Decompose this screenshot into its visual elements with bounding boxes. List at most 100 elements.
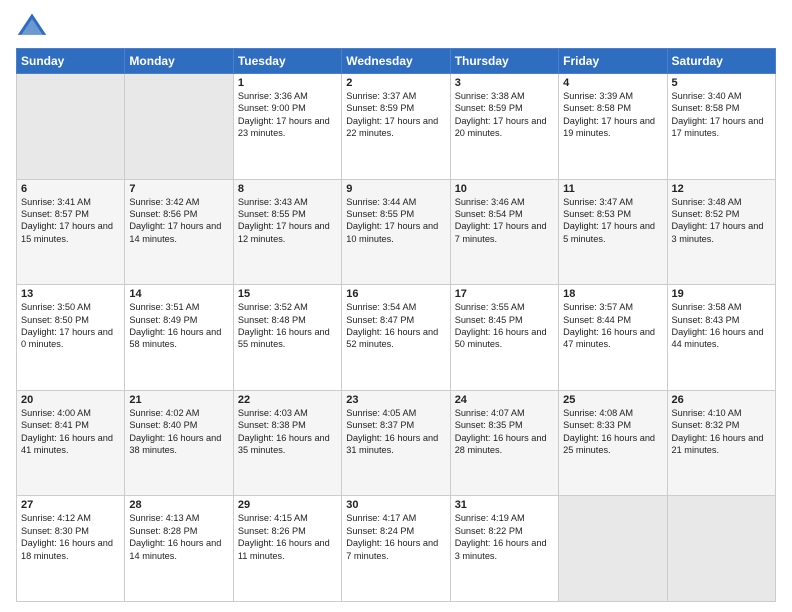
daylight: Daylight: 17 hours and 3 minutes. [672, 221, 764, 243]
calendar-cell: 14Sunrise: 3:51 AMSunset: 8:49 PMDayligh… [125, 285, 233, 391]
cell-content: Sunrise: 3:54 AMSunset: 8:47 PMDaylight:… [346, 301, 445, 351]
weekday-header: Monday [125, 49, 233, 74]
cell-content: Sunrise: 4:13 AMSunset: 8:28 PMDaylight:… [129, 512, 228, 562]
sunset: Sunset: 8:41 PM [21, 420, 89, 430]
calendar-cell: 16Sunrise: 3:54 AMSunset: 8:47 PMDayligh… [342, 285, 450, 391]
cell-content: Sunrise: 4:07 AMSunset: 8:35 PMDaylight:… [455, 407, 554, 457]
logo-icon [16, 10, 48, 42]
sunrise: Sunrise: 4:08 AM [563, 408, 633, 418]
day-number: 31 [455, 499, 554, 511]
sunset: Sunset: 8:52 PM [672, 209, 740, 219]
cell-content: Sunrise: 4:10 AMSunset: 8:32 PMDaylight:… [672, 407, 771, 457]
cell-content: Sunrise: 3:37 AMSunset: 8:59 PMDaylight:… [346, 90, 445, 140]
calendar-cell: 11Sunrise: 3:47 AMSunset: 8:53 PMDayligh… [559, 179, 667, 285]
calendar-table: SundayMondayTuesdayWednesdayThursdayFrid… [16, 48, 776, 602]
sunrise: Sunrise: 3:43 AM [238, 197, 308, 207]
day-number: 13 [21, 288, 120, 300]
daylight: Daylight: 17 hours and 0 minutes. [21, 327, 113, 349]
cell-content: Sunrise: 3:47 AMSunset: 8:53 PMDaylight:… [563, 196, 662, 246]
daylight: Daylight: 16 hours and 55 minutes. [238, 327, 330, 349]
cell-content: Sunrise: 4:19 AMSunset: 8:22 PMDaylight:… [455, 512, 554, 562]
cell-content: Sunrise: 3:36 AMSunset: 9:00 PMDaylight:… [238, 90, 337, 140]
calendar-cell: 20Sunrise: 4:00 AMSunset: 8:41 PMDayligh… [17, 390, 125, 496]
day-number: 8 [238, 183, 337, 195]
sunset: Sunset: 8:58 PM [563, 103, 631, 113]
day-number: 1 [238, 77, 337, 89]
calendar-cell [125, 74, 233, 180]
sunset: Sunset: 8:32 PM [672, 420, 740, 430]
calendar-cell: 10Sunrise: 3:46 AMSunset: 8:54 PMDayligh… [450, 179, 558, 285]
daylight: Daylight: 17 hours and 10 minutes. [346, 221, 438, 243]
sunrise: Sunrise: 4:07 AM [455, 408, 525, 418]
day-number: 9 [346, 183, 445, 195]
day-number: 27 [21, 499, 120, 511]
daylight: Daylight: 17 hours and 19 minutes. [563, 116, 655, 138]
page: SundayMondayTuesdayWednesdayThursdayFrid… [0, 0, 792, 612]
sunrise: Sunrise: 3:46 AM [455, 197, 525, 207]
day-number: 11 [563, 183, 662, 195]
sunset: Sunset: 8:24 PM [346, 526, 414, 536]
calendar-cell: 4 Sunrise: 3:39 AM Sunset: 8:58 PM Daylight… [559, 74, 667, 180]
sunrise: Sunrise: 4:02 AM [129, 408, 199, 418]
day-number: 10 [455, 183, 554, 195]
cell-content: Sunrise: 3:55 AM Sunset: 8:45 PM Daylight:… [455, 301, 554, 351]
sunrise: Sunrise: 3:42 AM [129, 197, 199, 207]
cell-content: Sunrise: 3:46 AMSunset: 8:54 PMDaylight:… [455, 196, 554, 246]
calendar-cell: 26Sunrise: 4:10 AMSunset: 8:32 PMDayligh… [667, 390, 775, 496]
calendar-cell: 2Sunrise: 3:37 AMSunset: 8:59 PMDaylight… [342, 74, 450, 180]
day-number: 2 [346, 77, 445, 89]
day-number: 22 [238, 394, 337, 406]
day-number: 5 [672, 77, 771, 89]
daylight: Daylight: 16 hours and 47 minutes. [563, 327, 655, 349]
cell-content: Sunrise: 3:38 AMSunset: 8:59 PMDaylight:… [455, 90, 554, 140]
calendar-cell: 9Sunrise: 3:44 AMSunset: 8:55 PMDaylight… [342, 179, 450, 285]
sunset: Sunset: 8:35 PM [455, 420, 523, 430]
sunset: Sunset: 8:50 PM [21, 315, 89, 325]
day-number: 26 [672, 394, 771, 406]
sunrise: Sunrise: 3:55 AM [455, 302, 525, 312]
sunrise: Sunrise: 4:03 AM [238, 408, 308, 418]
daylight: Daylight: 16 hours and 14 minutes. [129, 538, 221, 560]
calendar-cell: 13 Sunrise: 3:50 AM Sunset: 8:50 PM Dayligh… [17, 285, 125, 391]
sunset: Sunset: 8:45 PM [455, 315, 523, 325]
calendar-cell: 15Sunrise: 3:52 AMSunset: 8:48 PMDayligh… [233, 285, 341, 391]
sunset: Sunset: 8:33 PM [563, 420, 631, 430]
cell-content: Sunrise: 4:05 AMSunset: 8:37 PMDaylight:… [346, 407, 445, 457]
sunset: Sunset: 8:22 PM [455, 526, 523, 536]
daylight: Daylight: 16 hours and 3 minutes. [455, 538, 547, 560]
calendar-cell: 31Sunrise: 4:19 AMSunset: 8:22 PMDayligh… [450, 496, 558, 602]
sunrise: Sunrise: 3:57 AM [563, 302, 633, 312]
cell-content: Sunrise: 4:00 AMSunset: 8:41 PMDaylight:… [21, 407, 120, 457]
day-number: 24 [455, 394, 554, 406]
day-number: 4 [563, 77, 662, 89]
sunrise: Sunrise: 3:40 AM [672, 91, 742, 101]
cell-content: Sunrise: 4:03 AMSunset: 8:38 PMDaylight:… [238, 407, 337, 457]
sunrise: Sunrise: 3:58 AM [672, 302, 742, 312]
calendar-cell: 25Sunrise: 4:08 AMSunset: 8:33 PMDayligh… [559, 390, 667, 496]
sunrise: Sunrise: 4:15 AM [238, 513, 308, 523]
weekday-header: Sunday [17, 49, 125, 74]
calendar-cell: 12Sunrise: 3:48 AMSunset: 8:52 PMDayligh… [667, 179, 775, 285]
cell-content: Sunrise: 4:08 AMSunset: 8:33 PMDaylight:… [563, 407, 662, 457]
sunset: Sunset: 8:26 PM [238, 526, 306, 536]
calendar-cell: 21Sunrise: 4:02 AMSunset: 8:40 PMDayligh… [125, 390, 233, 496]
sunset: Sunset: 8:28 PM [129, 526, 197, 536]
sunrise: Sunrise: 3:39 AM [563, 91, 633, 101]
day-number: 6 [21, 183, 120, 195]
daylight: Daylight: 16 hours and 50 minutes. [455, 327, 547, 349]
daylight: Daylight: 16 hours and 21 minutes. [672, 433, 764, 455]
calendar-week-row: 6Sunrise: 3:41 AMSunset: 8:57 PMDaylight… [17, 179, 776, 285]
cell-content: Sunrise: 3:44 AMSunset: 8:55 PMDaylight:… [346, 196, 445, 246]
sunrise: Sunrise: 4:17 AM [346, 513, 416, 523]
day-number: 20 [21, 394, 120, 406]
sunset: Sunset: 9:00 PM [238, 103, 306, 113]
sunrise: Sunrise: 3:50 AM [21, 302, 91, 312]
calendar-cell [559, 496, 667, 602]
calendar-week-row: 27Sunrise: 4:12 AMSunset: 8:30 PMDayligh… [17, 496, 776, 602]
daylight: Daylight: 16 hours and 31 minutes. [346, 433, 438, 455]
day-number: 7 [129, 183, 228, 195]
calendar-week-row: 13 Sunrise: 3:50 AM Sunset: 8:50 PM Dayligh… [17, 285, 776, 391]
calendar-cell: 6Sunrise: 3:41 AMSunset: 8:57 PMDaylight… [17, 179, 125, 285]
sunrise: Sunrise: 3:36 AM [238, 91, 308, 101]
calendar-cell: 18Sunrise: 3:57 AMSunset: 8:44 PMDayligh… [559, 285, 667, 391]
